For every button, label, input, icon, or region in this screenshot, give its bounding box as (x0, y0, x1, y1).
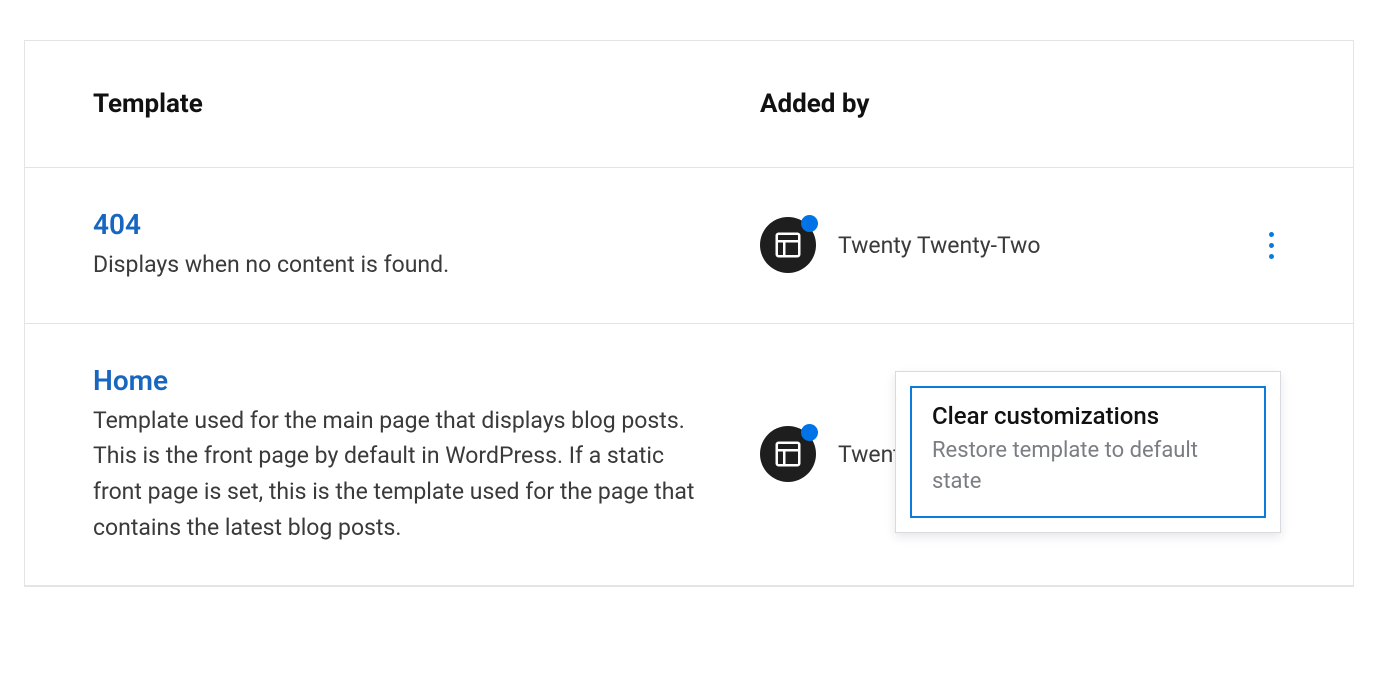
actions-popover: Clear customizations Restore template to… (895, 371, 1281, 533)
customized-indicator-dot (801, 215, 818, 232)
layout-icon (773, 230, 803, 260)
templates-panel: Template Added by 404 Displays when no c… (24, 40, 1354, 587)
added-by-label: Twenty Twenty-Two (838, 232, 1257, 259)
template-link-404[interactable]: 404 (93, 208, 760, 241)
column-header-template: Template (93, 89, 760, 119)
theme-avatar (760, 426, 816, 482)
template-link-home[interactable]: Home (93, 364, 760, 397)
column-header-added-by: Added by (760, 89, 869, 119)
template-description: Displays when no content is found. (93, 247, 703, 283)
table-header: Template Added by (25, 41, 1353, 168)
more-vertical-icon (1269, 232, 1274, 259)
table-row: 404 Displays when no content is found. T… (25, 168, 1353, 324)
more-actions-button[interactable] (1257, 225, 1285, 265)
template-description: Template used for the main page that dis… (93, 403, 703, 546)
clear-customizations-button[interactable]: Clear customizations Restore template to… (910, 386, 1266, 518)
customized-indicator-dot (801, 424, 818, 441)
layout-icon (773, 439, 803, 469)
popover-item-title: Clear customizations (932, 402, 1244, 430)
popover-item-subtitle: Restore template to default state (932, 436, 1244, 498)
theme-avatar (760, 217, 816, 273)
